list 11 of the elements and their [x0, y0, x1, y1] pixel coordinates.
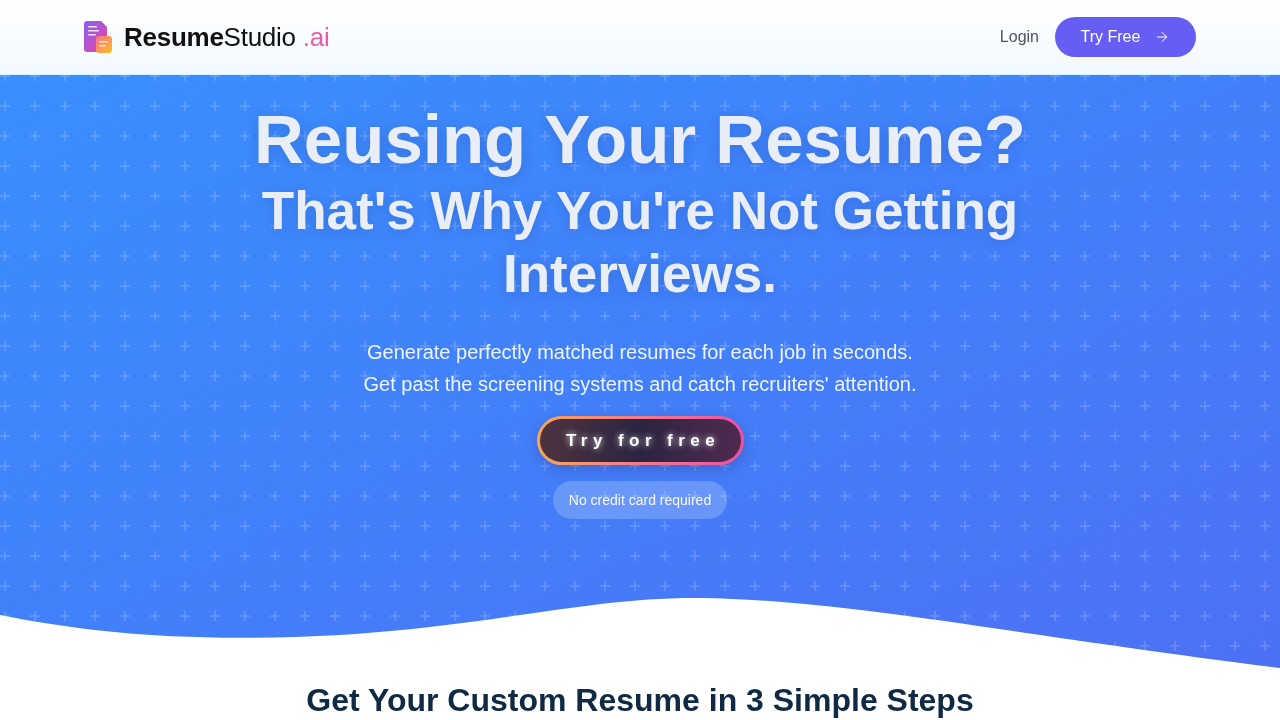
- hero-description: Generate perfectly matched resumes for each job in seconds.: [367, 340, 913, 365]
- brand-wordmark[interactable]: ResumeStudio .ai: [124, 17, 330, 57]
- no-credit-card-badge: No credit card required: [552, 481, 728, 519]
- section-heading: Get Your Custom Resume in 3 Simple Steps: [306, 681, 974, 720]
- login-link[interactable]: Login: [999, 25, 1039, 49]
- try-for-free-button[interactable]: Try for free: [536, 416, 744, 465]
- try-free-button[interactable]: Try Free: [1055, 17, 1196, 57]
- hero-title: Reusing Your Resume?: [254, 100, 1026, 180]
- hero-description: Get past the screening systems and catch recruiters' attention.: [363, 372, 917, 397]
- document-logo-icon: [84, 21, 112, 53]
- hero-subtitle: That's Why You're Not Getting Interviews.: [260, 180, 1020, 305]
